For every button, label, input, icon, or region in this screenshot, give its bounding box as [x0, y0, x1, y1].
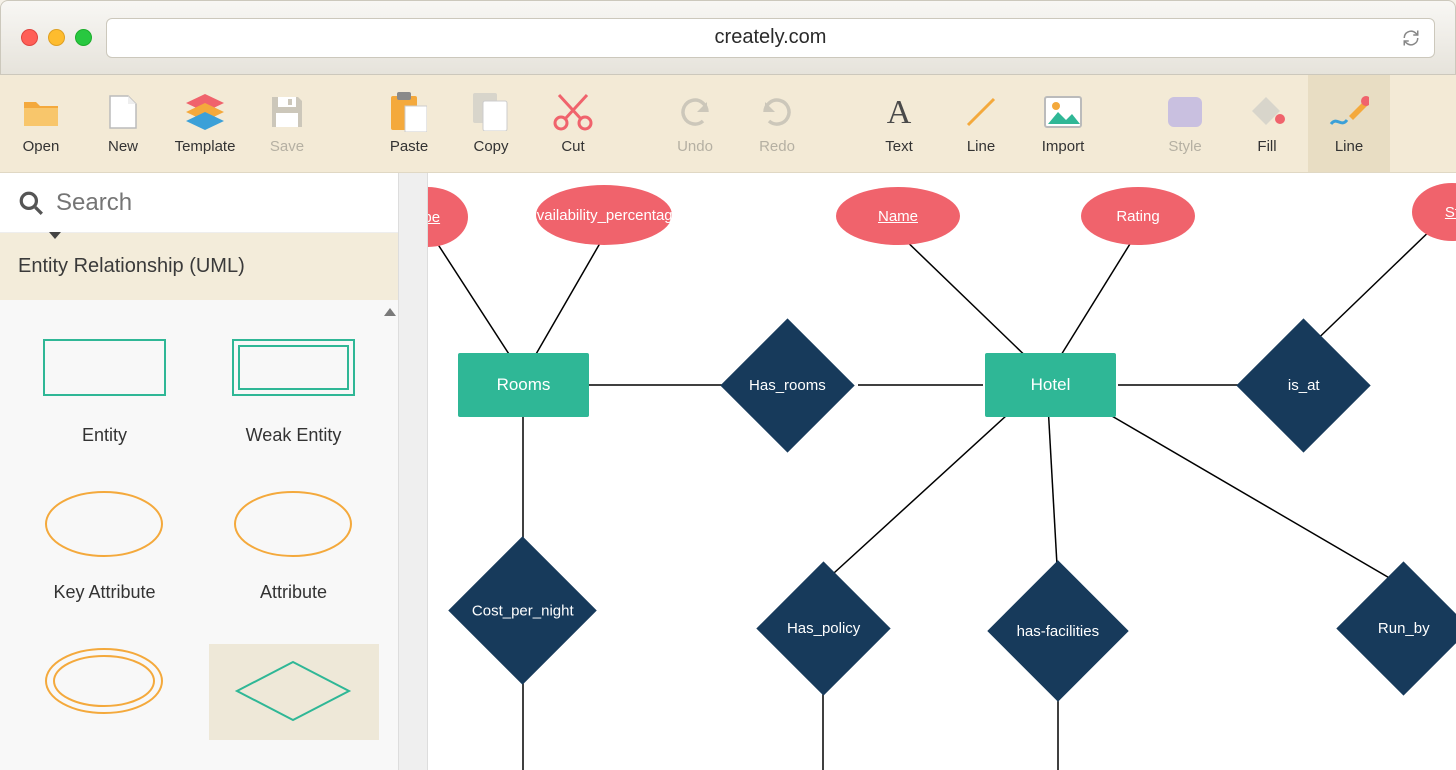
- undo-button[interactable]: Undo: [654, 75, 736, 172]
- reload-icon[interactable]: [1402, 29, 1420, 47]
- text-icon: A: [879, 92, 919, 132]
- open-button[interactable]: Open: [0, 75, 82, 172]
- weak-entity-shape-icon: [231, 330, 356, 405]
- new-button[interactable]: New: [82, 75, 164, 172]
- shape-label: Weak Entity: [246, 425, 342, 446]
- relationship-has-rooms[interactable]: Has_rooms: [720, 318, 854, 452]
- window-controls: [21, 29, 92, 46]
- cut-button[interactable]: Cut: [532, 75, 614, 172]
- close-window-icon[interactable]: [21, 29, 38, 46]
- svg-text:A: A: [887, 95, 912, 129]
- relationship-run-by[interactable]: Run_by: [1336, 561, 1456, 695]
- text-button[interactable]: AText: [858, 75, 940, 172]
- workspace: Entity Relationship (UML) Entity Weak En…: [0, 173, 1456, 770]
- relationship-is-at[interactable]: is_at: [1236, 318, 1370, 452]
- relationship-has-facilities[interactable]: has-facilities: [987, 560, 1128, 701]
- shape-entity[interactable]: Entity: [20, 330, 190, 447]
- image-icon: [1043, 92, 1083, 132]
- scroll-up-icon[interactable]: [384, 308, 396, 316]
- connections: [428, 173, 1456, 770]
- save-button[interactable]: Save: [246, 75, 328, 172]
- attribute-type[interactable]: ype: [428, 187, 468, 247]
- entity-rooms[interactable]: Rooms: [458, 353, 589, 417]
- template-button[interactable]: Template: [164, 75, 246, 172]
- line-button[interactable]: Line: [940, 75, 1022, 172]
- bucket-icon: [1247, 92, 1287, 132]
- redo-button[interactable]: Redo: [736, 75, 818, 172]
- undo-icon: [675, 92, 715, 132]
- minimize-window-icon[interactable]: [48, 29, 65, 46]
- copy-icon: [471, 92, 511, 132]
- copy-button[interactable]: Copy: [450, 75, 532, 172]
- save-icon: [267, 92, 307, 132]
- shape-panel: Entity Relationship (UML) Entity Weak En…: [0, 173, 398, 770]
- canvas[interactable]: ype Availability_percentage Name Rating …: [428, 173, 1456, 770]
- shape-label: Key Attribute: [53, 582, 155, 603]
- attribute-shape-icon: [231, 487, 356, 562]
- shape-label: Attribute: [260, 582, 327, 603]
- paste-button[interactable]: Paste: [368, 75, 450, 172]
- search-input[interactable]: [56, 189, 380, 217]
- relationship-shape-icon: [231, 654, 356, 729]
- search-row: [0, 173, 398, 233]
- shape-weak-entity[interactable]: Weak Entity: [209, 330, 379, 447]
- attribute-st[interactable]: St: [1412, 183, 1456, 241]
- attribute-rating[interactable]: Rating: [1081, 187, 1195, 245]
- attribute-name[interactable]: Name: [836, 187, 960, 245]
- toolbar: Open New Template Save Paste Copy Cut Un…: [0, 75, 1456, 173]
- ruler: [398, 173, 428, 770]
- relationship-has-policy[interactable]: Has_policy: [756, 561, 890, 695]
- entity-hotel[interactable]: Hotel: [985, 353, 1116, 417]
- shape-key-attribute[interactable]: Key Attribute: [20, 487, 190, 604]
- style-icon: [1165, 92, 1205, 132]
- url-text: creately.com: [715, 26, 827, 49]
- style-button[interactable]: Style: [1144, 75, 1226, 172]
- key-attribute-shape-icon: [42, 487, 167, 562]
- fill-button[interactable]: Fill: [1226, 75, 1308, 172]
- scissors-icon: [553, 92, 593, 132]
- pencil-icon: [1329, 92, 1369, 132]
- address-bar[interactable]: creately.com: [106, 18, 1435, 58]
- document-icon: [103, 92, 143, 132]
- maximize-window-icon[interactable]: [75, 29, 92, 46]
- folder-icon: [21, 92, 61, 132]
- browser-chrome: creately.com: [0, 0, 1456, 75]
- redo-icon: [757, 92, 797, 132]
- shape-attribute[interactable]: Attribute: [209, 487, 379, 604]
- layers-icon: [185, 92, 225, 132]
- shape-relationship[interactable]: [209, 644, 379, 740]
- relationship-cost-per-night[interactable]: Cost_per_night: [448, 536, 596, 684]
- category-header[interactable]: Entity Relationship (UML): [0, 233, 398, 300]
- import-button[interactable]: Import: [1022, 75, 1104, 172]
- shape-multivalued-attribute[interactable]: [20, 644, 190, 740]
- shape-label: Entity: [82, 425, 127, 446]
- clipboard-icon: [389, 92, 429, 132]
- attribute-availability[interactable]: Availability_percentage: [536, 185, 672, 245]
- line-icon: [961, 92, 1001, 132]
- search-icon: [18, 190, 44, 216]
- multivalued-attribute-shape-icon: [42, 644, 167, 719]
- entity-shape-icon: [42, 330, 167, 405]
- line-tool-button[interactable]: Line: [1308, 75, 1390, 172]
- shapes-grid: Entity Weak Entity Key Attribute Attribu…: [0, 300, 398, 770]
